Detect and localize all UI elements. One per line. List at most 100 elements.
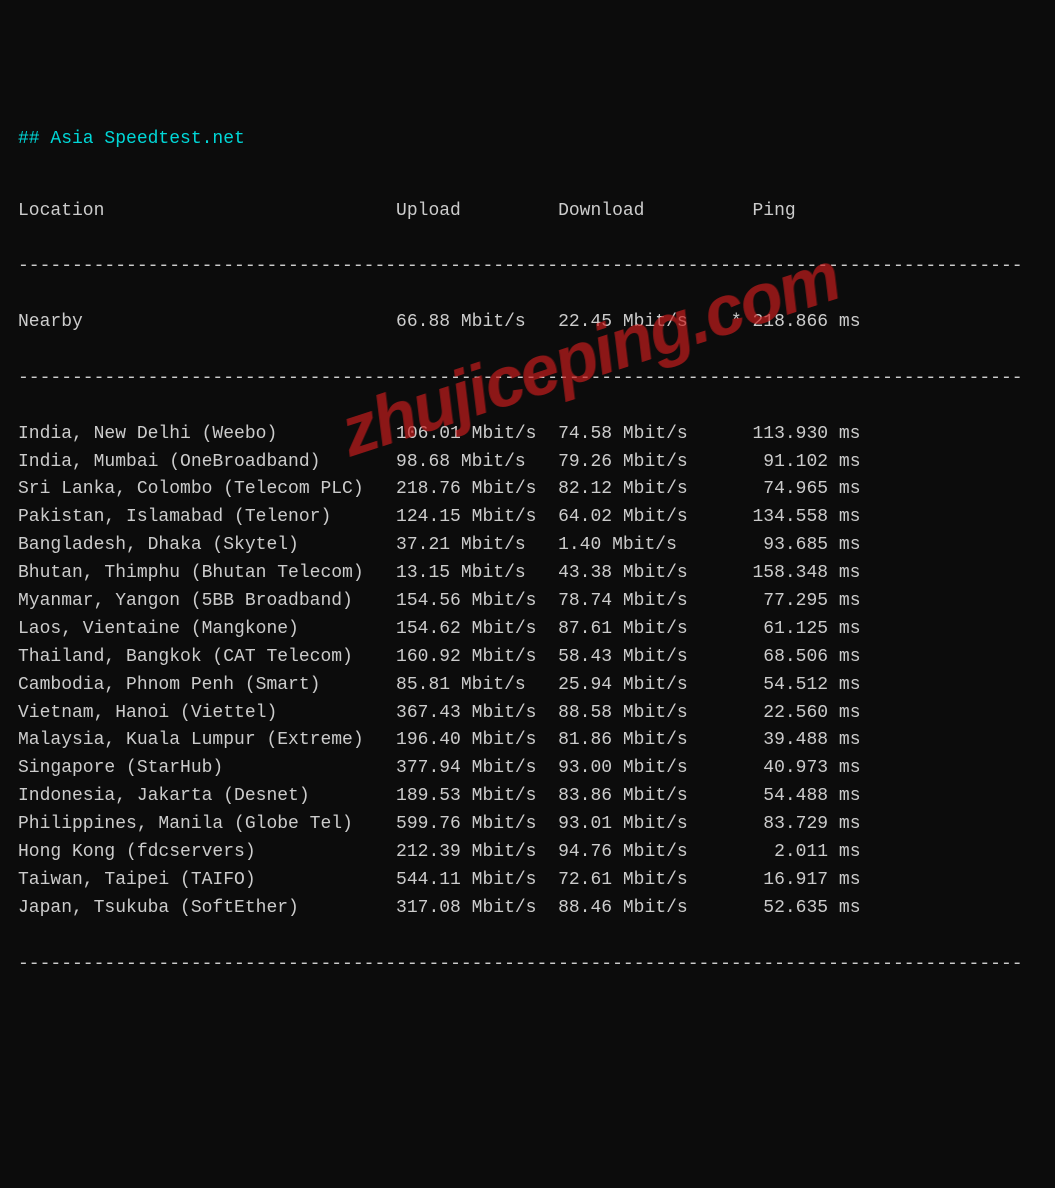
- cell-ping: 54.512 ms: [709, 672, 860, 700]
- table-row: Laos, Vientaine (Mangkone)154.62 Mbit/s8…: [18, 616, 1037, 644]
- cell-download: 74.58 Mbit/s: [558, 421, 709, 449]
- cell-location: Cambodia, Phnom Penh (Smart): [18, 672, 396, 700]
- cell-location: Japan, Tsukuba (SoftEther): [18, 895, 396, 923]
- header-upload: Upload: [396, 198, 558, 226]
- cell-ping: 52.635 ms: [709, 895, 860, 923]
- cell-location: Thailand, Bangkok (CAT Telecom): [18, 644, 396, 672]
- cell-location: Indonesia, Jakarta (Desnet): [18, 783, 396, 811]
- nearby-ping: * 218.866 ms: [709, 309, 860, 337]
- cell-location: India, New Delhi (Weebo): [18, 421, 396, 449]
- cell-download: 94.76 Mbit/s: [558, 839, 709, 867]
- cell-location: Singapore (StarHub): [18, 755, 396, 783]
- cell-download: 88.46 Mbit/s: [558, 895, 709, 923]
- cell-upload: 154.56 Mbit/s: [396, 588, 558, 616]
- cell-ping: 61.125 ms: [709, 616, 860, 644]
- cell-upload: 196.40 Mbit/s: [396, 727, 558, 755]
- cell-ping: 91.102 ms: [709, 449, 860, 477]
- cell-download: 88.58 Mbit/s: [558, 700, 709, 728]
- divider-line: ----------------------------------------…: [18, 365, 1037, 393]
- cell-download: 1.40 Mbit/s: [558, 532, 709, 560]
- cell-location: Bhutan, Thimphu (Bhutan Telecom): [18, 560, 396, 588]
- cell-upload: 189.53 Mbit/s: [396, 783, 558, 811]
- table-row: Japan, Tsukuba (SoftEther)317.08 Mbit/s8…: [18, 895, 1037, 923]
- cell-upload: 599.76 Mbit/s: [396, 811, 558, 839]
- cell-download: 83.86 Mbit/s: [558, 783, 709, 811]
- table-row: Taiwan, Taipei (TAIFO)544.11 Mbit/s72.61…: [18, 867, 1037, 895]
- cell-ping: 77.295 ms: [709, 588, 860, 616]
- table-row: Vietnam, Hanoi (Viettel)367.43 Mbit/s88.…: [18, 700, 1037, 728]
- cell-download: 43.38 Mbit/s: [558, 560, 709, 588]
- cell-upload: 37.21 Mbit/s: [396, 532, 558, 560]
- divider-line: ----------------------------------------…: [18, 253, 1037, 281]
- nearby-row: Nearby66.88 Mbit/s22.45 Mbit/s* 218.866 …: [18, 309, 1037, 337]
- cell-ping: 2.011 ms: [709, 839, 860, 867]
- cell-upload: 106.01 Mbit/s: [396, 421, 558, 449]
- table-row: Pakistan, Islamabad (Telenor)124.15 Mbit…: [18, 504, 1037, 532]
- cell-location: Malaysia, Kuala Lumpur (Extreme): [18, 727, 396, 755]
- cell-ping: 39.488 ms: [709, 727, 860, 755]
- cell-ping: 40.973 ms: [709, 755, 860, 783]
- cell-ping: 16.917 ms: [709, 867, 860, 895]
- cell-location: Philippines, Manila (Globe Tel): [18, 811, 396, 839]
- table-row: Singapore (StarHub)377.94 Mbit/s93.00 Mb…: [18, 755, 1037, 783]
- cell-download: 93.00 Mbit/s: [558, 755, 709, 783]
- cell-location: Vietnam, Hanoi (Viettel): [18, 700, 396, 728]
- cell-download: 81.86 Mbit/s: [558, 727, 709, 755]
- cell-download: 58.43 Mbit/s: [558, 644, 709, 672]
- cell-ping: 113.930 ms: [709, 421, 860, 449]
- cell-ping: 134.558 ms: [709, 504, 860, 532]
- cell-upload: 13.15 Mbit/s: [396, 560, 558, 588]
- cell-upload: 154.62 Mbit/s: [396, 616, 558, 644]
- cell-upload: 544.11 Mbit/s: [396, 867, 558, 895]
- cell-ping: 83.729 ms: [709, 811, 860, 839]
- table-row: India, Mumbai (OneBroadband)98.68 Mbit/s…: [18, 449, 1037, 477]
- cell-location: Taiwan, Taipei (TAIFO): [18, 867, 396, 895]
- cell-ping: 68.506 ms: [709, 644, 860, 672]
- cell-upload: 218.76 Mbit/s: [396, 476, 558, 504]
- cell-location: Myanmar, Yangon (5BB Broadband): [18, 588, 396, 616]
- nearby-upload: 66.88 Mbit/s: [396, 309, 558, 337]
- cell-ping: 93.685 ms: [709, 532, 860, 560]
- cell-ping: 158.348 ms: [709, 560, 860, 588]
- table-row: Bangladesh, Dhaka (Skytel)37.21 Mbit/s1.…: [18, 532, 1037, 560]
- cell-upload: 98.68 Mbit/s: [396, 449, 558, 477]
- cell-location: Bangladesh, Dhaka (Skytel): [18, 532, 396, 560]
- divider-line: ----------------------------------------…: [18, 951, 1037, 979]
- table-row: Myanmar, Yangon (5BB Broadband)154.56 Mb…: [18, 588, 1037, 616]
- cell-download: 64.02 Mbit/s: [558, 504, 709, 532]
- nearby-download: 22.45 Mbit/s: [558, 309, 709, 337]
- cell-location: India, Mumbai (OneBroadband): [18, 449, 396, 477]
- cell-ping: 22.560 ms: [709, 700, 860, 728]
- cell-download: 82.12 Mbit/s: [558, 476, 709, 504]
- table-row: Bhutan, Thimphu (Bhutan Telecom)13.15 Mb…: [18, 560, 1037, 588]
- table-row: India, New Delhi (Weebo)106.01 Mbit/s74.…: [18, 421, 1037, 449]
- cell-upload: 124.15 Mbit/s: [396, 504, 558, 532]
- cell-location: Pakistan, Islamabad (Telenor): [18, 504, 396, 532]
- cell-download: 72.61 Mbit/s: [558, 867, 709, 895]
- table-row: Hong Kong (fdcservers)212.39 Mbit/s94.76…: [18, 839, 1037, 867]
- cell-upload: 212.39 Mbit/s: [396, 839, 558, 867]
- terminal-title: ## Asia Speedtest.net: [18, 126, 1037, 154]
- cell-download: 79.26 Mbit/s: [558, 449, 709, 477]
- header-row: LocationUploadDownloadPing: [18, 198, 1037, 226]
- cell-download: 78.74 Mbit/s: [558, 588, 709, 616]
- table-row: Indonesia, Jakarta (Desnet)189.53 Mbit/s…: [18, 783, 1037, 811]
- cell-location: Hong Kong (fdcservers): [18, 839, 396, 867]
- cell-download: 25.94 Mbit/s: [558, 672, 709, 700]
- nearby-location: Nearby: [18, 309, 396, 337]
- cell-upload: 160.92 Mbit/s: [396, 644, 558, 672]
- header-download: Download: [558, 198, 709, 226]
- table-row: Malaysia, Kuala Lumpur (Extreme)196.40 M…: [18, 727, 1037, 755]
- cell-location: Sri Lanka, Colombo (Telecom PLC): [18, 476, 396, 504]
- cell-upload: 377.94 Mbit/s: [396, 755, 558, 783]
- cell-ping: 54.488 ms: [709, 783, 860, 811]
- cell-upload: 85.81 Mbit/s: [396, 672, 558, 700]
- table-row: Thailand, Bangkok (CAT Telecom)160.92 Mb…: [18, 644, 1037, 672]
- table-row: Cambodia, Phnom Penh (Smart)85.81 Mbit/s…: [18, 672, 1037, 700]
- table-row: Sri Lanka, Colombo (Telecom PLC)218.76 M…: [18, 476, 1037, 504]
- header-ping: Ping: [709, 198, 860, 226]
- cell-download: 87.61 Mbit/s: [558, 616, 709, 644]
- table-row: Philippines, Manila (Globe Tel)599.76 Mb…: [18, 811, 1037, 839]
- cell-upload: 367.43 Mbit/s: [396, 700, 558, 728]
- cell-download: 93.01 Mbit/s: [558, 811, 709, 839]
